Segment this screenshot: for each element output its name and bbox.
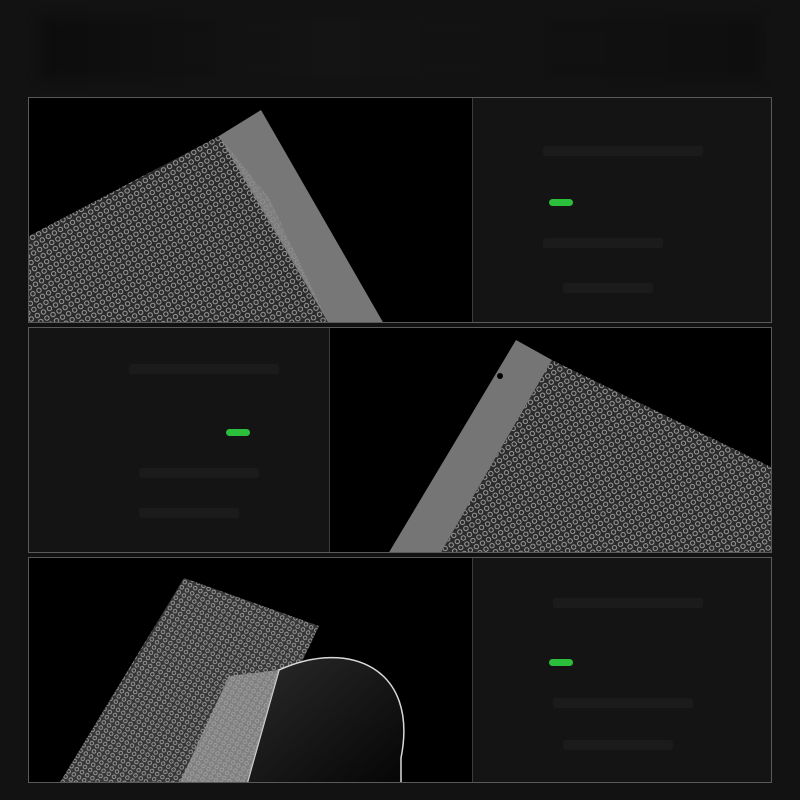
bag-notch-photo <box>330 328 771 552</box>
blurred-header-band <box>40 18 760 78</box>
bag-opening-photo <box>29 558 472 782</box>
accent-dash <box>549 659 573 666</box>
accent-dash <box>226 429 250 436</box>
product-panel-2 <box>28 327 772 553</box>
accent-dash <box>549 199 573 206</box>
bag-texture-photo <box>29 98 472 322</box>
caption-area-1 <box>472 98 771 322</box>
product-panel-3 <box>28 557 772 783</box>
tear-notch <box>497 373 503 379</box>
caption-area-2 <box>29 328 330 552</box>
product-panel-1 <box>28 97 772 323</box>
caption-area-3 <box>472 558 771 782</box>
